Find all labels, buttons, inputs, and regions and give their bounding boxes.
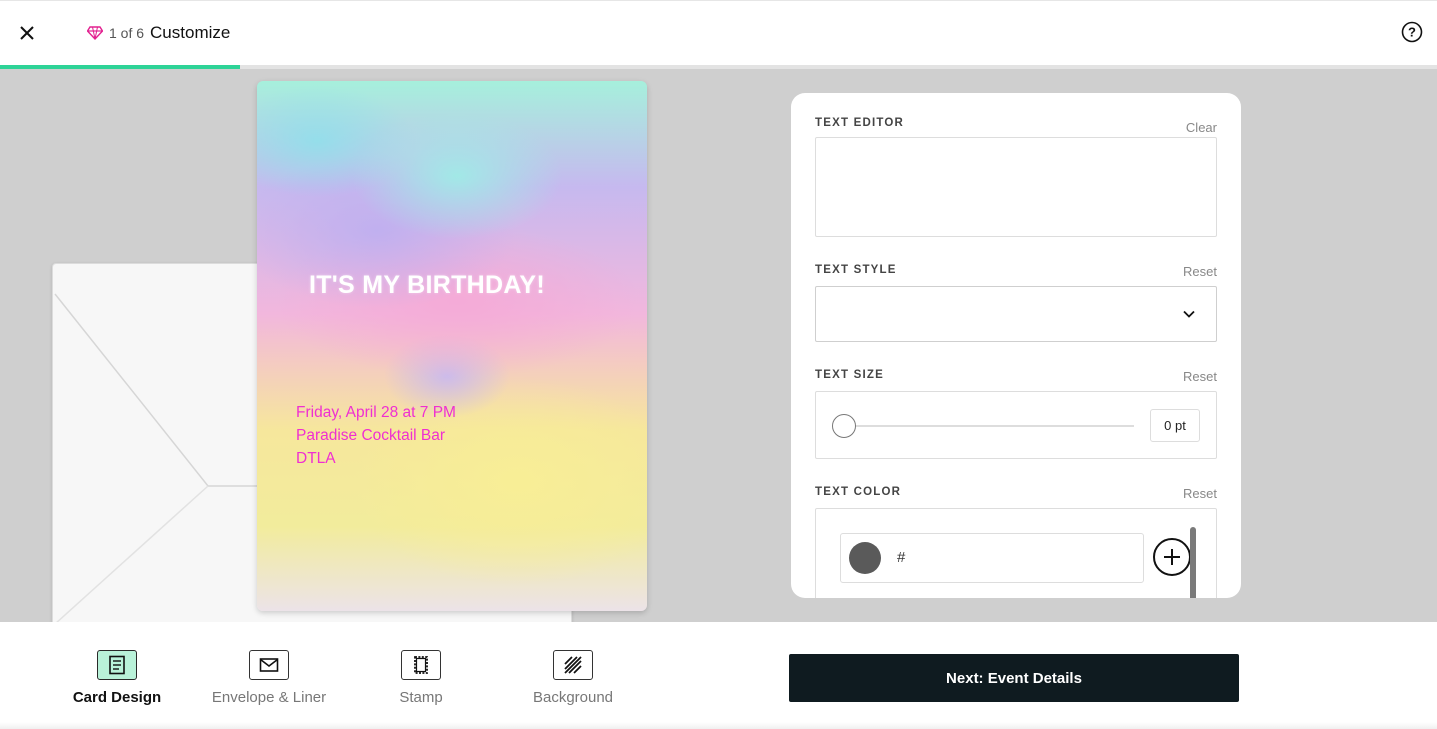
invitation-card[interactable]: IT'S MY BIRTHDAY! Friday, April 28 at 7 …: [257, 81, 647, 611]
tab-stamp[interactable]: Stamp: [346, 650, 496, 706]
panel-scrollbar[interactable]: [1190, 527, 1196, 598]
card-detail-line: DTLA: [296, 450, 336, 467]
color-swatch[interactable]: [849, 542, 881, 574]
step-count: 1 of 6: [109, 25, 145, 41]
bottom-toolbar: Card Design Envelope & Liner Stamp Backg…: [0, 622, 1437, 729]
hex-prefix: #: [897, 549, 906, 566]
text-color-reset-button[interactable]: Reset: [1183, 486, 1217, 501]
text-editor-input[interactable]: [815, 137, 1217, 237]
color-hex-field[interactable]: #: [840, 533, 1144, 583]
card-detail-line: Friday, April 28 at 7 PM: [296, 404, 456, 421]
bottom-edge: [0, 722, 1437, 729]
tab-card-design[interactable]: Card Design: [42, 650, 192, 706]
close-icon[interactable]: [16, 22, 38, 44]
chevron-down-icon: [1183, 310, 1195, 318]
text-color-label: TEXT COLOR: [815, 486, 902, 498]
svg-text:?: ?: [1408, 25, 1416, 40]
tab-label: Envelope & Liner: [211, 689, 327, 706]
add-color-icon[interactable]: [1152, 537, 1192, 577]
tab-envelope-liner[interactable]: Envelope & Liner: [194, 650, 344, 706]
tab-label: Stamp: [399, 689, 443, 706]
card-detail-line: Paradise Cocktail Bar: [296, 427, 446, 444]
stamp-icon: [401, 650, 441, 680]
tab-background[interactable]: Background: [498, 650, 648, 706]
card-design-icon: [97, 650, 137, 680]
top-bar: 1 of 6 Customize ?: [0, 0, 1437, 70]
next-event-details-button[interactable]: Next: Event Details: [789, 654, 1239, 702]
text-style-select[interactable]: [815, 286, 1217, 342]
step-title: Customize: [150, 23, 231, 42]
card-details[interactable]: Friday, April 28 at 7 PM Paradise Cockta…: [296, 401, 456, 470]
step-indicator: 1 of 6 Customize: [87, 23, 230, 43]
background-icon: [553, 650, 593, 680]
text-size-label: TEXT SIZE: [815, 369, 884, 381]
tab-label: Background: [532, 689, 614, 706]
tab-label: Card Design: [72, 689, 162, 706]
gem-icon: [87, 26, 103, 40]
text-color-control: #: [815, 508, 1217, 598]
text-settings-panel: TEXT EDITOR Clear TEXT STYLE Reset TEXT …: [791, 93, 1241, 598]
card-preview-stage: IT'S MY BIRTHDAY! Friday, April 28 at 7 …: [0, 69, 1437, 622]
text-editor-label: TEXT EDITOR: [815, 117, 905, 129]
envelope-icon: [249, 650, 289, 680]
help-icon[interactable]: ?: [1401, 21, 1423, 43]
text-size-input[interactable]: 0 pt: [1150, 409, 1200, 442]
text-style-label: TEXT STYLE: [815, 264, 897, 276]
text-size-reset-button[interactable]: Reset: [1183, 369, 1217, 384]
card-headline[interactable]: IT'S MY BIRTHDAY!: [257, 271, 597, 300]
clear-button[interactable]: Clear: [1186, 120, 1217, 135]
text-size-slider-thumb[interactable]: [832, 414, 856, 438]
text-size-slider-track[interactable]: [844, 425, 1134, 427]
text-style-reset-button[interactable]: Reset: [1183, 264, 1217, 279]
text-size-control: 0 pt: [815, 391, 1217, 459]
